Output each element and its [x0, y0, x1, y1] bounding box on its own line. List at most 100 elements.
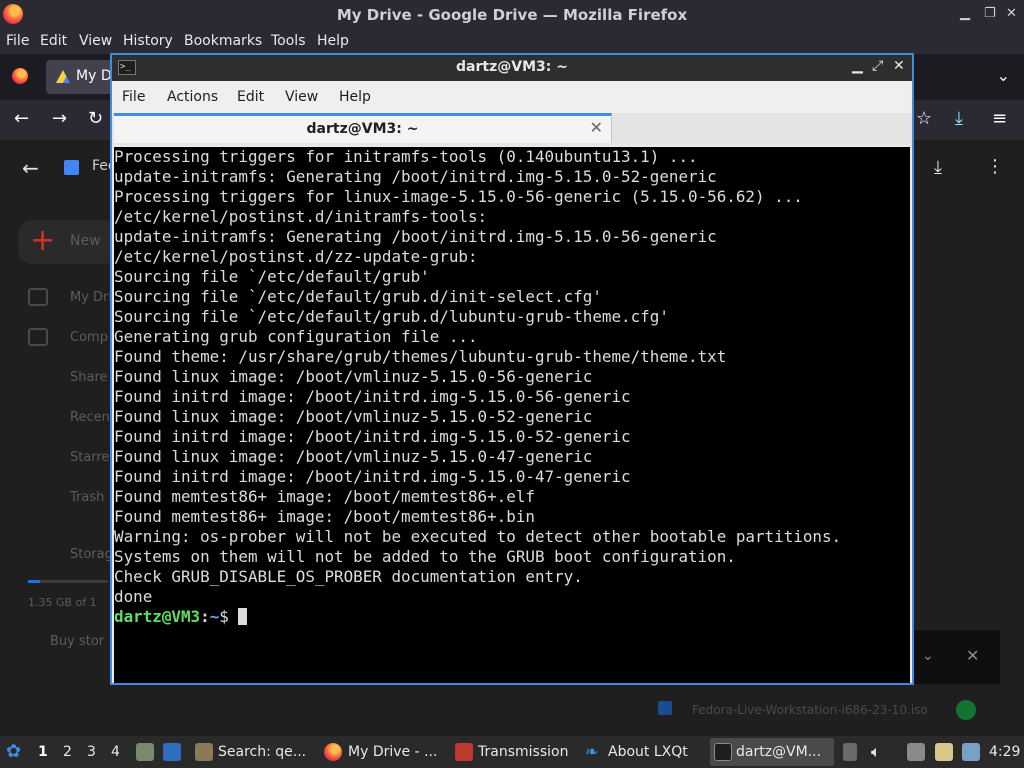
sidebar-item-my-drive[interactable]: My Dri: [70, 290, 112, 305]
terminal-icon: [714, 743, 732, 761]
downloads-icon[interactable]: ⤓: [955, 108, 963, 129]
new-label: New: [70, 233, 101, 249]
collapse-icon[interactable]: ⌄: [922, 648, 934, 664]
terminal-line: Found initrd image: /boot/initrd.img-5.1…: [114, 387, 631, 406]
tab-my-drive[interactable]: My D: [46, 60, 116, 94]
tab-label: My D: [76, 68, 112, 84]
more-vert-icon[interactable]: ⋮: [986, 156, 1004, 177]
list-all-tabs-icon[interactable]: ⌄: [997, 66, 1010, 85]
terminal-line: Found initrd image: /boot/initrd.img-5.1…: [114, 467, 631, 486]
task-search[interactable]: Search: qe...: [218, 744, 306, 760]
term-menu-actions[interactable]: Actions: [167, 89, 218, 105]
terminal-line: Systems on them will not be added to the…: [114, 547, 736, 566]
terminal-lines: Processing triggers for initramfs-tools …: [114, 147, 841, 627]
term-menu-edit[interactable]: Edit: [237, 89, 264, 105]
my-drive-icon: [28, 288, 48, 306]
close-icon[interactable]: ✕: [1006, 6, 1017, 21]
sidebar-item-storage[interactable]: Storag: [70, 547, 113, 562]
download-row: Fedora-Live-Workstation-i686-23-10.iso: [640, 692, 1000, 732]
task-about-lxqt[interactable]: About LXQt: [608, 744, 688, 760]
file-manager-icon[interactable]: [136, 743, 154, 761]
workspace-4[interactable]: 4: [111, 744, 120, 760]
workspace-1[interactable]: 1: [38, 744, 48, 760]
terminal-window-title: dartz@VM3: ~: [456, 59, 568, 75]
terminal-line: Found memtest86+ image: /boot/memtest86+…: [114, 487, 535, 506]
workspace-3[interactable]: 3: [87, 744, 96, 760]
sidebar-item-recent[interactable]: Recen: [70, 410, 110, 425]
new-button[interactable]: + New: [18, 220, 118, 264]
forward-icon[interactable]: →: [52, 108, 67, 129]
terminal-line: /etc/kernel/postinst.d/initramfs-tools:: [114, 207, 488, 226]
back-arrow-icon[interactable]: ←: [22, 156, 39, 180]
terminal-line: Sourcing file `/etc/default/grub': [114, 267, 430, 286]
network-icon[interactable]: [907, 743, 925, 761]
menu-bookmarks[interactable]: Bookmarks: [184, 33, 262, 49]
terminal-tab[interactable]: dartz@VM3: ~ ✕: [114, 113, 612, 143]
hamburger-menu-icon[interactable]: ≡: [992, 108, 1007, 129]
minimize-icon[interactable]: ▁: [960, 6, 970, 21]
clipboard-icon[interactable]: [935, 743, 953, 761]
prompt-symbol: $: [219, 607, 239, 626]
lxqt-icon: ❧: [585, 742, 599, 761]
menu-file[interactable]: File: [6, 33, 29, 49]
download-icon[interactable]: ⤓: [934, 157, 942, 178]
firefox-menubar: File Edit View History Bookmarks Tools H…: [0, 30, 1024, 54]
terminal-line: Processing triggers for initramfs-tools …: [114, 147, 698, 166]
maximize-icon[interactable]: ⤢: [872, 58, 883, 74]
storage-text: 1.35 GB of 1: [28, 596, 97, 609]
restore-icon[interactable]: ❐: [984, 6, 996, 21]
volume-icon[interactable]: 🔈︎: [871, 742, 881, 762]
notification-icon[interactable]: [962, 743, 980, 761]
clock[interactable]: 4:29: [989, 744, 1020, 760]
sidebar-item-shared[interactable]: Share: [70, 370, 108, 385]
terminal-titlebar[interactable]: >_ dartz@VM3: ~ ▁ ⤢ ✕: [112, 55, 912, 81]
reload-icon[interactable]: ↻: [88, 108, 103, 129]
checkbox-icon[interactable]: [658, 701, 672, 715]
terminal-output[interactable]: Processing triggers for initramfs-tools …: [114, 147, 910, 683]
menu-view[interactable]: View: [79, 33, 112, 49]
terminal-tabstrip: dartz@VM3: ~ ✕: [112, 113, 912, 145]
show-desktop-icon[interactable]: [163, 743, 181, 761]
menu-tools[interactable]: Tools: [271, 33, 306, 49]
terminal-line: update-initramfs: Generating /boot/initr…: [114, 167, 717, 186]
tray-arrow-icon[interactable]: [843, 743, 857, 761]
menu-edit[interactable]: Edit: [40, 33, 67, 49]
terminal-prompt-line: dartz@VM3:~$: [114, 607, 841, 627]
workspace-2[interactable]: 2: [63, 744, 72, 760]
term-menu-file[interactable]: File: [122, 89, 145, 105]
sidebar-item-trash[interactable]: Trash: [70, 490, 104, 505]
prompt-directory: ~: [209, 607, 220, 626]
sidebar-item-computers[interactable]: Comp: [70, 330, 108, 345]
taskbar-panel: ✿ 1 2 3 4 Search: qe... My Drive - ... T…: [0, 736, 1024, 768]
buy-storage-button[interactable]: Buy stor: [50, 634, 104, 649]
bookmark-star-icon[interactable]: ☆: [916, 108, 932, 129]
minimize-icon[interactable]: ▁: [852, 58, 863, 74]
task-firefox[interactable]: My Drive - ...: [348, 744, 437, 760]
download-filename: Fedora-Live-Workstation-i686-23-10.iso: [692, 703, 928, 717]
plus-icon: +: [30, 223, 56, 258]
terminal-line: Processing triggers for linux-image-5.15…: [114, 187, 803, 206]
term-menu-help[interactable]: Help: [339, 89, 371, 105]
lxqt-menu-icon[interactable]: ✿: [6, 741, 24, 762]
terminal-line: update-initramfs: Generating /boot/initr…: [114, 227, 717, 246]
terminal-line: Sourcing file `/etc/default/grub.d/lubun…: [114, 307, 669, 326]
firefox-view-icon[interactable]: [12, 68, 28, 84]
transmission-icon: [455, 743, 473, 761]
back-icon[interactable]: ←: [14, 108, 29, 129]
terminal-line: Warning: os-prober will not be executed …: [114, 527, 842, 546]
terminal-line: Found initrd image: /boot/initrd.img-5.1…: [114, 427, 631, 446]
terminal-line: /etc/kernel/postinst.d/zz-update-grub:: [114, 247, 478, 266]
prompt-separator: :: [200, 607, 210, 626]
menu-help[interactable]: Help: [317, 33, 349, 49]
terminal-line: Found linux image: /boot/vmlinuz-5.15.0-…: [114, 367, 593, 386]
task-transmission[interactable]: Transmission: [478, 744, 568, 760]
task-terminal[interactable]: dartz@VM...: [710, 738, 834, 766]
panel-close-icon[interactable]: ✕: [966, 646, 979, 665]
close-icon[interactable]: ✕: [893, 58, 905, 74]
term-menu-view[interactable]: View: [285, 89, 318, 105]
firefox-icon: [324, 743, 342, 761]
text-cursor: [238, 608, 248, 625]
tab-close-icon[interactable]: ✕: [590, 118, 603, 137]
menu-history[interactable]: History: [123, 33, 173, 49]
sidebar-item-starred[interactable]: Starre: [70, 450, 110, 465]
